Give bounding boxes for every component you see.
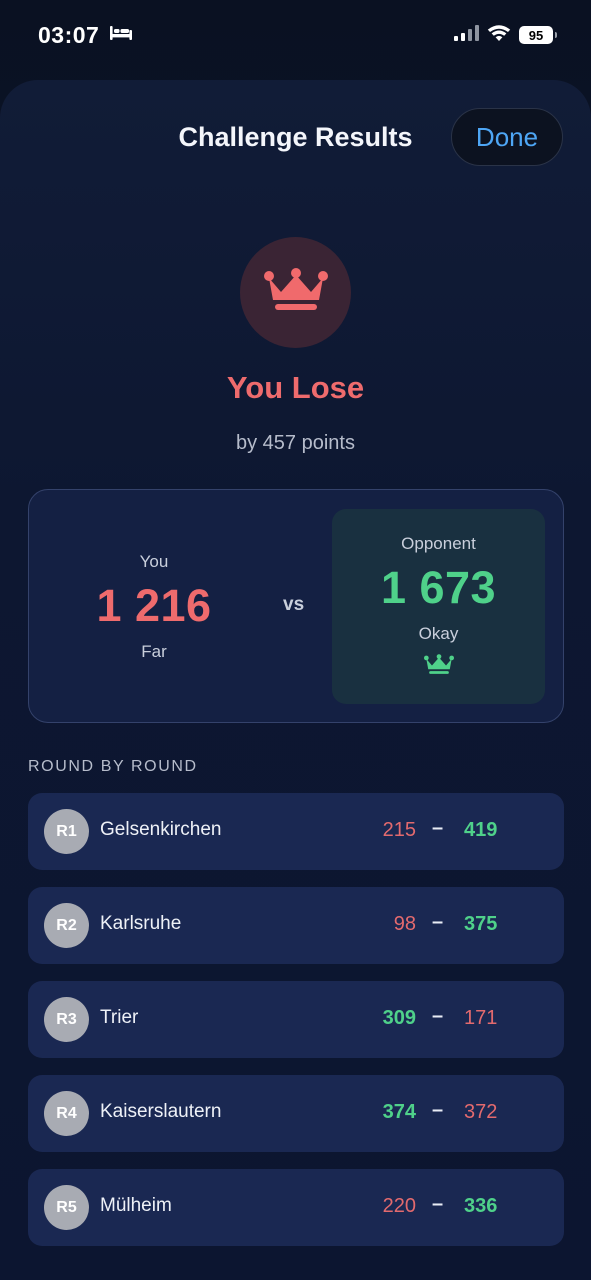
sheet-header: Challenge Results Done [0,108,591,166]
round-separator: – [432,1193,444,1215]
round-separator: – [432,1005,444,1027]
crown-icon [423,653,454,680]
round-city: Gelsenkirchen [100,819,222,840]
round-badge: R4 [44,1091,89,1136]
results-sheet: Challenge Results Done You Lose by 457 p… [0,80,591,1280]
opponent-label: Opponent [401,533,476,553]
result-badge [240,237,351,348]
score-card: You 1 216 Far vs Opponent 1 673 Okay [28,489,564,723]
round-you-score: 98 [393,913,416,935]
round-badge: R5 [44,1185,89,1230]
round-you-score: 374 [382,1101,416,1123]
result-subtitle: by 457 points [236,432,355,454]
round-opponent-score: 336 [464,1195,498,1217]
round-you-score: 215 [382,819,416,841]
round-separator: – [432,817,444,839]
round-opponent-score: 171 [464,1007,498,1029]
signal-icon [453,24,479,47]
status-right: 95 [453,24,557,47]
battery-icon: 95 [519,26,557,44]
round-you-score: 220 [382,1195,416,1217]
crown-icon [263,268,328,317]
round-city: Mülheim [100,1195,172,1216]
result-title: You Lose [226,370,365,405]
opponent-rating: Okay [418,623,459,643]
player-you-panel: You 1 216 Far [79,490,229,724]
you-label: You [139,552,169,571]
wifi-icon [487,24,511,47]
round-row[interactable]: R4 Kaiserslautern 374 – 372 [28,1075,564,1152]
round-badge: R1 [44,809,89,854]
round-badge: R2 [44,903,89,948]
you-score: 1 216 [96,580,212,631]
round-opponent-score: 375 [464,913,498,935]
round-city: Trier [100,1007,139,1028]
player-opponent-panel: Opponent 1 673 Okay [332,509,545,704]
round-row[interactable]: R2 Karlsruhe 98 – 375 [28,887,564,964]
status-left: 03:07 [38,22,133,49]
vs-label: vs [283,594,305,615]
status-time: 03:07 [38,21,100,48]
round-city: Kaiserslautern [100,1101,222,1122]
round-opponent-score: 419 [464,819,498,841]
screen: 03:07 95 Challenge Results Done You Lose… [0,0,591,1280]
bed-icon [109,24,133,47]
round-separator: – [432,1099,444,1121]
you-rating: Far [141,642,167,661]
round-opponent-score: 372 [464,1101,498,1123]
round-row[interactable]: R3 Trier 309 – 171 [28,981,564,1058]
status-bar: 03:07 95 [0,0,591,70]
rounds-list: R1 Gelsenkirchen 215 – 419 R2 Karlsruhe … [28,793,564,1263]
page-title: Challenge Results [178,121,413,152]
round-row[interactable]: R5 Mülheim 220 – 336 [28,1169,564,1246]
round-separator: – [432,911,444,933]
round-city: Karlsruhe [100,913,182,934]
opponent-score: 1 673 [380,561,497,613]
done-button[interactable]: Done [451,108,563,166]
round-badge: R3 [44,997,89,1042]
round-you-score: 309 [382,1007,416,1029]
section-title: ROUND BY ROUND [28,758,198,775]
round-row[interactable]: R1 Gelsenkirchen 215 – 419 [28,793,564,870]
